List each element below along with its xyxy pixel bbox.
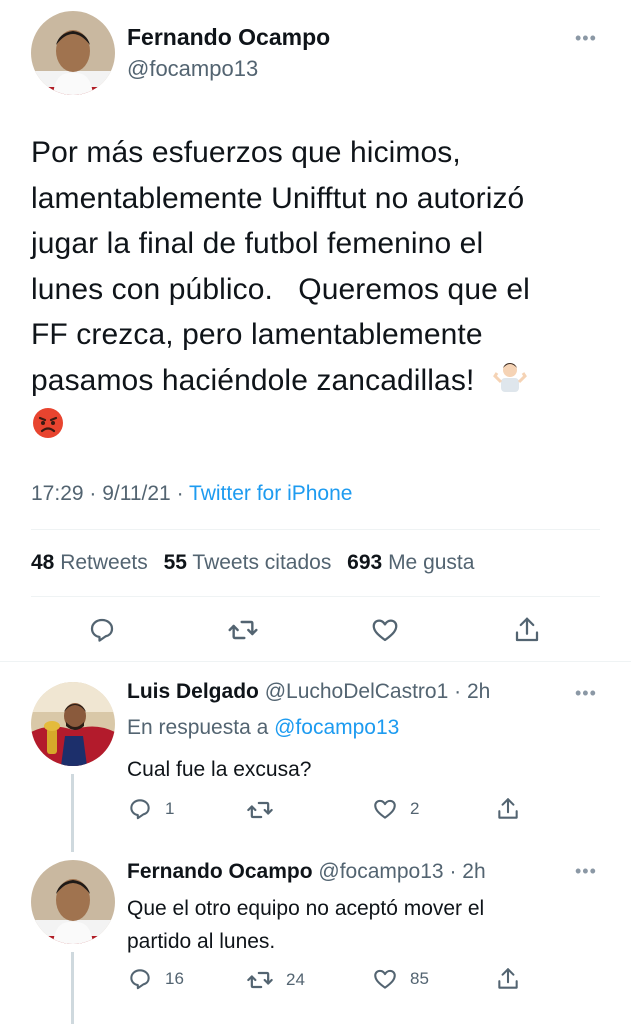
heart-icon [372, 619, 398, 642]
reply-header: Fernando Ocampo @focampo13 · 2h [127, 860, 486, 884]
tweet-line-text: pasamos haciéndole zancadillas! [31, 363, 475, 397]
share-button[interactable] [507, 610, 547, 650]
reply-count: 16 [165, 969, 184, 988]
tweet-source[interactable]: Twitter for iPhone [189, 482, 352, 505]
tweet-stats: 48 Retweets 55 Tweets citados 693 Me gus… [31, 551, 474, 575]
person-shrugging-emoji [492, 358, 527, 406]
tweet-date[interactable]: 9/11/21 [102, 482, 171, 505]
meta-separator: · [89, 482, 103, 505]
retweet-icon [247, 971, 273, 989]
quotes-count: 55 [163, 551, 187, 574]
retweet-button[interactable] [223, 610, 263, 650]
reply-line: Cual fue la excusa? [127, 758, 312, 781]
tweet-line: FF crezca, pero lamentablemente [31, 318, 483, 351]
tweet-line [31, 405, 601, 453]
reply-more-options-icon[interactable]: ••• [575, 862, 597, 880]
reply-author-handle[interactable]: @focampo13 [318, 860, 443, 883]
more-options-icon[interactable]: ••• [575, 29, 597, 47]
reply-author-name[interactable]: Luis Delgado [127, 680, 259, 703]
like-count: 85 [410, 969, 429, 988]
reply-context-label: En respuesta a [127, 716, 269, 739]
author-name[interactable]: Fernando Ocampo [127, 24, 330, 51]
reply-icon [130, 969, 150, 990]
reply-button[interactable] [82, 610, 122, 650]
tweet-line: Por más esfuerzos que hicimos, [31, 136, 461, 169]
tweet-line: jugar la final de futbol femenino el [31, 227, 484, 260]
meta-separator: · [448, 680, 467, 703]
reply-body: Cual fue la excusa? [127, 753, 311, 786]
quotes-stat[interactable]: 55 Tweets citados [164, 551, 332, 574]
tweet-line: lunes con público. Queremos que el [31, 272, 530, 306]
tweet-line: lamentablemente Unifftut no autorizó [31, 181, 525, 215]
share-icon [498, 968, 518, 989]
reply-icon [90, 618, 114, 642]
reply-like-button[interactable]: 2 [372, 796, 419, 822]
reply-count: 1 [165, 799, 175, 818]
tweet-body: Por más esfuerzos que hicimos, lamentabl… [31, 130, 601, 453]
likes-stat[interactable]: 693 Me gusta [347, 551, 474, 574]
angry-face-emoji [31, 406, 65, 454]
reply-line: partido al lunes. [127, 930, 276, 953]
reply-header: Luis Delgado @LuchoDelCastro1 · 2h [127, 680, 490, 704]
reply-body: Que el otro equipo no aceptó mover el pa… [127, 892, 484, 958]
retweets-stat[interactable]: 48 Retweets [31, 551, 148, 574]
reply-author-avatar[interactable] [31, 860, 115, 944]
tweet-line: pasamos haciéndole zancadillas! [31, 358, 601, 406]
reply-share-button[interactable] [495, 796, 521, 822]
thread-line [71, 774, 74, 852]
reply-like-button[interactable]: 85 [372, 966, 429, 992]
share-icon [498, 798, 518, 819]
reply-time[interactable]: 2h [462, 860, 485, 883]
thread-line [71, 952, 74, 1024]
divider [31, 596, 600, 597]
like-count: 2 [410, 799, 420, 818]
reply-reply-button[interactable]: 16 [127, 966, 184, 992]
meta-separator: · [443, 860, 463, 883]
author-handle[interactable]: @focampo13 [127, 56, 258, 82]
reply-author-handle[interactable]: @LuchoDelCastro1 [265, 680, 449, 703]
heart-icon [374, 799, 396, 819]
reply-retweet-button[interactable] [246, 796, 286, 824]
quotes-label: Tweets citados [192, 551, 332, 574]
reply-icon [130, 799, 150, 820]
reply-context-handle[interactable]: @focampo13 [274, 716, 399, 739]
retweet-count: 24 [286, 970, 305, 989]
heart-icon [374, 969, 396, 989]
reply-context: En respuesta a @focampo13 [127, 716, 399, 740]
likes-label: Me gusta [388, 551, 475, 574]
retweet-icon [247, 801, 273, 819]
reply-more-options-icon[interactable]: ••• [575, 684, 597, 702]
retweets-label: Retweets [60, 551, 148, 574]
reply-share-button[interactable] [495, 966, 521, 992]
tweet-meta: 17:29 · 9/11/21 · Twitter for iPhone [31, 482, 352, 506]
tweet-time[interactable]: 17:29 [31, 482, 84, 505]
retweet-icon [228, 620, 258, 640]
reply-reply-button[interactable]: 1 [127, 796, 174, 822]
likes-count: 693 [347, 551, 383, 574]
reply-time[interactable]: 2h [467, 680, 490, 703]
reply-author-name[interactable]: Fernando Ocampo [127, 860, 313, 883]
divider [31, 529, 600, 530]
reply-author-avatar[interactable] [31, 682, 115, 766]
like-button[interactable] [365, 610, 405, 650]
retweets-count: 48 [31, 551, 55, 574]
reply-retweet-button[interactable]: 24 [246, 966, 305, 994]
section-divider [0, 661, 631, 662]
meta-separator: · [176, 482, 190, 505]
share-icon [515, 617, 539, 642]
author-avatar[interactable] [31, 11, 115, 95]
reply-line: Que el otro equipo no aceptó mover el [127, 897, 485, 920]
